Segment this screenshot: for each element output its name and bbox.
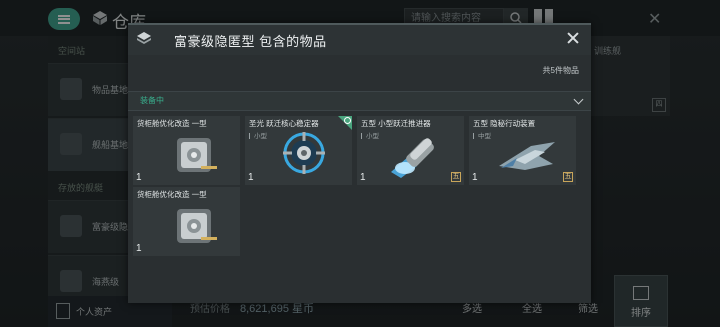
item-name: 五型 小型跃迁推进器: [361, 119, 431, 128]
item-quantity: 1: [136, 243, 142, 254]
item-size: 小型: [249, 130, 267, 140]
equipped-flag-icon: [338, 116, 352, 130]
covert-ops-device-icon: [499, 142, 555, 170]
item-name: 五型 隐秘行动装置: [473, 119, 536, 128]
item-card-warp-thruster[interactable]: 五型 小型跃迁推进器 小型 1 五: [357, 116, 464, 185]
item-quantity: 1: [360, 172, 366, 183]
chevron-down-icon[interactable]: [573, 94, 584, 105]
item-card-covert-ops-device[interactable]: 五型 隐秘行动装置 中型 1 五: [469, 116, 576, 185]
cargo-module-icon: [177, 138, 217, 172]
item-name: 圣光 跃迁核心稳定器: [249, 119, 319, 128]
warp-core-stabilizer-icon: [283, 132, 325, 174]
item-card-cargo-module[interactable]: 货柜舱优化改造 一型 1: [133, 116, 240, 185]
cargo-module-icon: [177, 209, 217, 243]
item-quantity: 1: [472, 172, 478, 183]
item-count: 共5件物品: [542, 66, 579, 75]
group-label: 装备中: [140, 96, 164, 105]
dialog-header: 富豪级隐匿型 包含的物品: [128, 23, 591, 55]
tier-badge: 五: [451, 172, 461, 182]
warp-thruster-icon: [391, 138, 434, 178]
ship-class-icon: [137, 32, 151, 44]
close-button[interactable]: [565, 30, 581, 46]
item-name: 货柜舱优化改造 一型: [137, 119, 207, 128]
item-card-cargo-module[interactable]: 货柜舱优化改造 一型 1: [133, 187, 240, 256]
item-card-warp-core-stabilizer[interactable]: 圣光 跃迁核心稳定器 小型 1: [245, 116, 352, 185]
item-quantity: 1: [136, 172, 142, 183]
dialog-title: 富豪级隐匿型 包含的物品: [174, 34, 327, 49]
item-size: 小型: [361, 130, 379, 140]
item-size: 中型: [473, 130, 491, 140]
equipped-group-header[interactable]: 装备中: [128, 91, 591, 111]
contents-dialog: 富豪级隐匿型 包含的物品 共5件物品 装备中 货柜舱优化改造 一型 1 圣光 跃…: [128, 23, 591, 303]
item-name: 货柜舱优化改造 一型: [137, 190, 207, 199]
item-quantity: 1: [248, 172, 254, 183]
tier-badge: 五: [563, 172, 573, 182]
